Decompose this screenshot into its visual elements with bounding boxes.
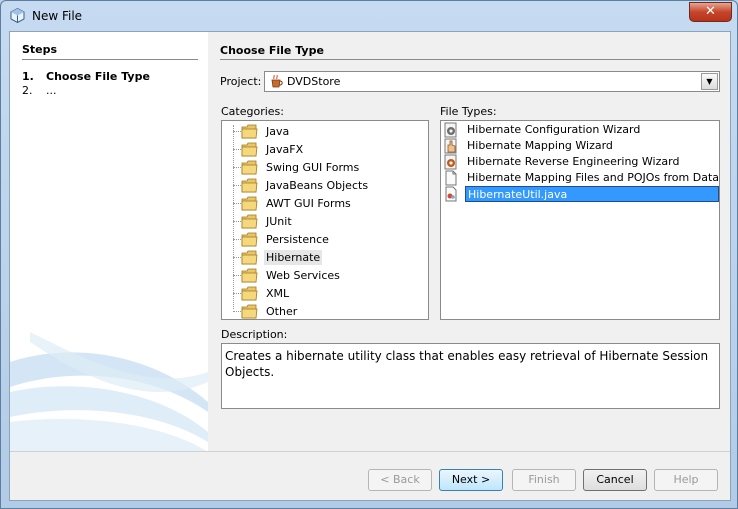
step-label: ... (46, 84, 57, 97)
file-type-item[interactable]: Hibernate Configuration Wizard (441, 122, 719, 138)
dialog-client-area: Steps 1. Choose File Type 2.... Choose Fi… (9, 31, 731, 501)
file-type-label: Hibernate Reverse Engineering Wizard (467, 155, 680, 168)
file-type-item[interactable]: Hibernate Mapping Wizard (441, 138, 719, 154)
file-types-label: File Types: (440, 105, 497, 118)
description-label: Description: (221, 328, 288, 341)
category-label: Web Services (266, 269, 340, 282)
category-label: Swing GUI Forms (266, 161, 360, 174)
steps-divider (22, 59, 198, 60)
category-item[interactable]: Swing GUI Forms (222, 158, 422, 176)
java-cup-icon (271, 74, 283, 88)
category-label: XML (266, 287, 290, 300)
project-select[interactable]: DVDStore ▼ (264, 71, 720, 92)
categories-tree[interactable]: Java JavaFX Swing GUI Forms JavaBeans Objec… (221, 120, 429, 320)
netbeans-cube-icon (10, 8, 25, 23)
category-label: AWT GUI Forms (266, 197, 351, 210)
description-text: Creates a hibernate utility class that e… (221, 343, 720, 409)
back-button[interactable]: < Back (368, 469, 432, 491)
file-types-list[interactable]: Hibernate Configuration Wizard Hibernate … (440, 120, 720, 320)
categories-label: Categories: (221, 105, 284, 118)
chevron-down-icon[interactable]: ▼ (701, 73, 718, 90)
category-label: Java (266, 125, 290, 138)
cancel-button[interactable]: Cancel (583, 469, 647, 491)
category-label: Persistence (266, 233, 329, 246)
close-button[interactable]: ✕ (689, 2, 732, 22)
steps-panel: Steps 1. Choose File Type 2.... (10, 32, 208, 451)
file-type-item[interactable]: HibernateUtil.java (441, 186, 719, 202)
decorative-swoosh-graphic (10, 332, 208, 451)
category-item[interactable]: JUnit (222, 212, 422, 230)
category-item[interactable]: Web Services (222, 266, 422, 284)
title-bar[interactable]: New File ✕ (1, 1, 737, 31)
file-type-item[interactable]: Hibernate Mapping Files and POJOs from D… (441, 170, 719, 186)
next-button[interactable]: Next > (439, 469, 503, 491)
category-item[interactable]: Persistence (222, 230, 422, 248)
file-type-label: Hibernate Mapping Wizard (467, 139, 613, 152)
category-label: Hibernate (264, 250, 323, 265)
window-title: New File (32, 9, 83, 23)
category-label: Other (266, 305, 298, 318)
step-number: 1. (22, 70, 34, 83)
step-label: Choose File Type (46, 70, 150, 83)
project-label: Project: (220, 75, 262, 88)
category-item[interactable]: Hibernate (222, 248, 422, 266)
title-divider (220, 59, 720, 60)
step-item-1: 1. Choose File Type (22, 70, 150, 83)
category-item[interactable]: Other (222, 302, 422, 319)
file-type-label: Hibernate Configuration Wizard (467, 123, 641, 136)
category-item[interactable]: JavaFX (222, 140, 422, 158)
category-item[interactable]: JavaBeans Objects (222, 176, 422, 194)
category-label: JUnit (266, 215, 292, 228)
file-type-item[interactable]: Hibernate Reverse Engineering Wizard (441, 154, 719, 170)
project-value: DVDStore (287, 75, 341, 88)
button-bar-divider (10, 451, 730, 452)
step-number: 2. (22, 84, 33, 97)
category-label: JavaBeans Objects (266, 179, 369, 192)
new-file-dialog: New File ✕ Steps 1. Choose File Type 2...… (0, 0, 738, 509)
steps-heading: Steps (22, 43, 58, 56)
file-type-label: HibernateUtil.java (465, 186, 719, 202)
finish-button[interactable]: Finish (512, 469, 576, 491)
category-item[interactable]: XML (222, 284, 422, 302)
page-title: Choose File Type (220, 44, 324, 57)
folder-icon (241, 304, 258, 319)
file-type-label: Hibernate Mapping Files and POJOs from D… (467, 171, 720, 184)
java-class-file-icon (443, 186, 459, 205)
category-item[interactable]: AWT GUI Forms (222, 194, 422, 212)
category-label: JavaFX (266, 143, 304, 156)
category-item[interactable]: Java (222, 122, 422, 140)
help-button[interactable]: Help (654, 469, 718, 491)
step-item-2: 2.... (22, 84, 57, 97)
